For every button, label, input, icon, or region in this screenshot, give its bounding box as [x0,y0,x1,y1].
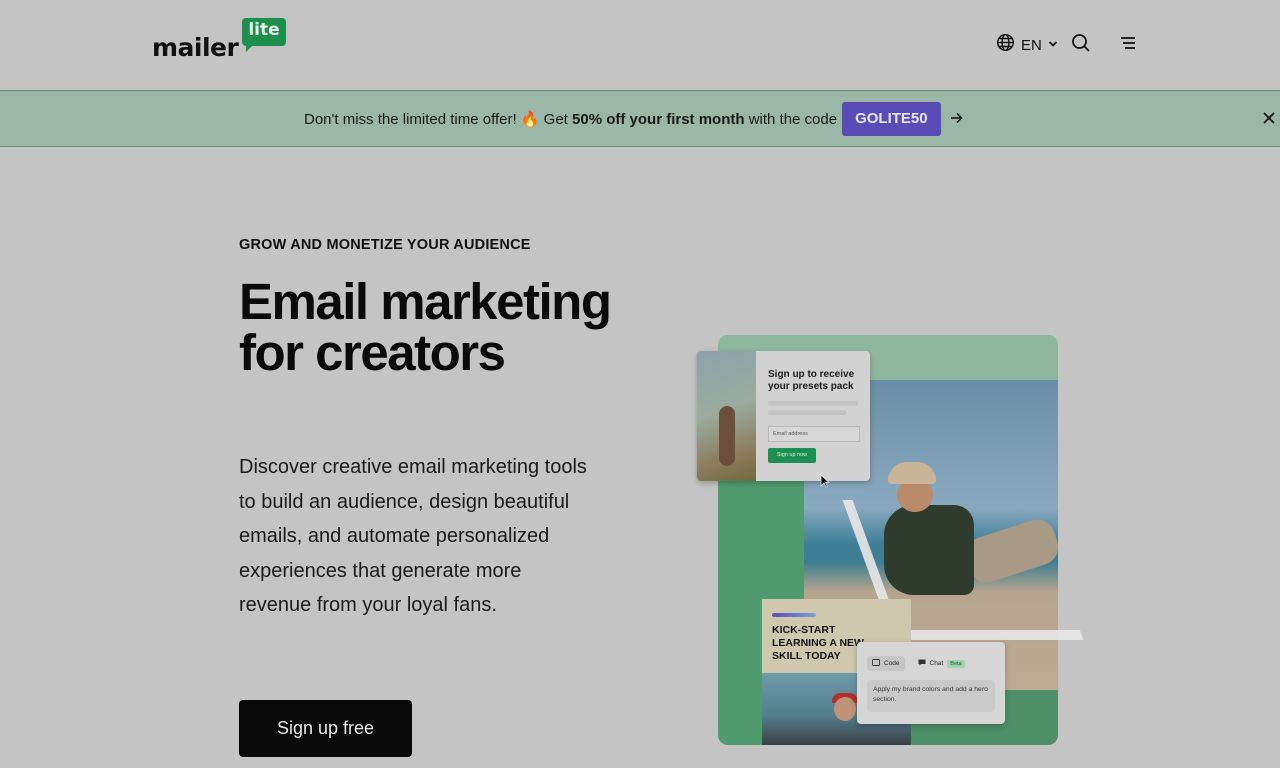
menu-icon [1120,36,1136,55]
promo-banner: Don't miss the limited time offer! 🔥 Get… [0,90,1280,147]
language-selector[interactable]: EN [996,33,1058,57]
placeholder-line [768,401,858,406]
chat-message: Apply my brand colors and add a hero sec… [867,680,995,712]
signup-form-preview: Sign up to receive your presets pack Ema… [697,351,870,481]
person-body-image [884,505,974,595]
tab-chat-label: Chat [929,660,944,667]
promo-text-bold: 50% off your first month [572,110,745,128]
promo-content: Don't miss the limited time offer! 🔥 Get… [304,102,963,136]
promo-text-before: Don't miss the limited time offer! 🔥 Get [304,111,573,128]
beta-badge: Beta [947,659,965,668]
preset-thumbnail [697,351,756,481]
menu-button[interactable] [1120,36,1136,55]
logo-word: mailer [152,33,239,62]
tab-code-label: Code [884,660,900,667]
search-button[interactable] [1071,33,1091,58]
mailerlite-logo[interactable]: mailer lite [152,18,286,62]
cursor-icon [820,474,831,493]
language-label: EN [1021,36,1042,54]
email-field-preview: Email address [768,426,860,442]
chat-icon [918,659,926,668]
hero-title: Email marketing for creators [239,273,612,381]
tab-code: Code [867,656,905,671]
globe-icon [996,33,1015,57]
face-image [834,697,856,721]
site-header: mailer lite EN [0,0,1280,90]
search-icon [1071,33,1091,58]
tab-chat: Chat Beta [913,656,970,671]
signup-now-button-preview: Sign up now [768,448,816,463]
code-icon [872,659,880,668]
chat-tabs: Code Chat Beta [867,656,970,671]
promo-arrow-link[interactable] [950,111,963,128]
header-actions: EN [996,32,1136,58]
hero-eyebrow: GROW AND MONETIZE YOUR AUDIENCE [239,237,531,253]
arrow-right-icon [950,111,963,128]
placeholder-line [768,410,846,415]
accent-bar [772,613,816,617]
person-hat-image [888,462,936,484]
hero-subtitle: Discover creative email marketing tools … [239,456,587,617]
chevron-down-icon [1048,36,1058,54]
signup-free-button[interactable]: Sign up free [239,700,412,757]
ai-chat-preview: Code Chat Beta Apply my brand colors and… [857,642,1005,724]
promo-text-after: with the code [744,110,838,128]
signup-card-title: Sign up to receive your presets pack [768,369,855,392]
promo-code-button[interactable]: GOLITE50 [842,102,941,136]
logo-badge: lite [242,18,286,52]
close-icon[interactable] [1262,111,1276,130]
